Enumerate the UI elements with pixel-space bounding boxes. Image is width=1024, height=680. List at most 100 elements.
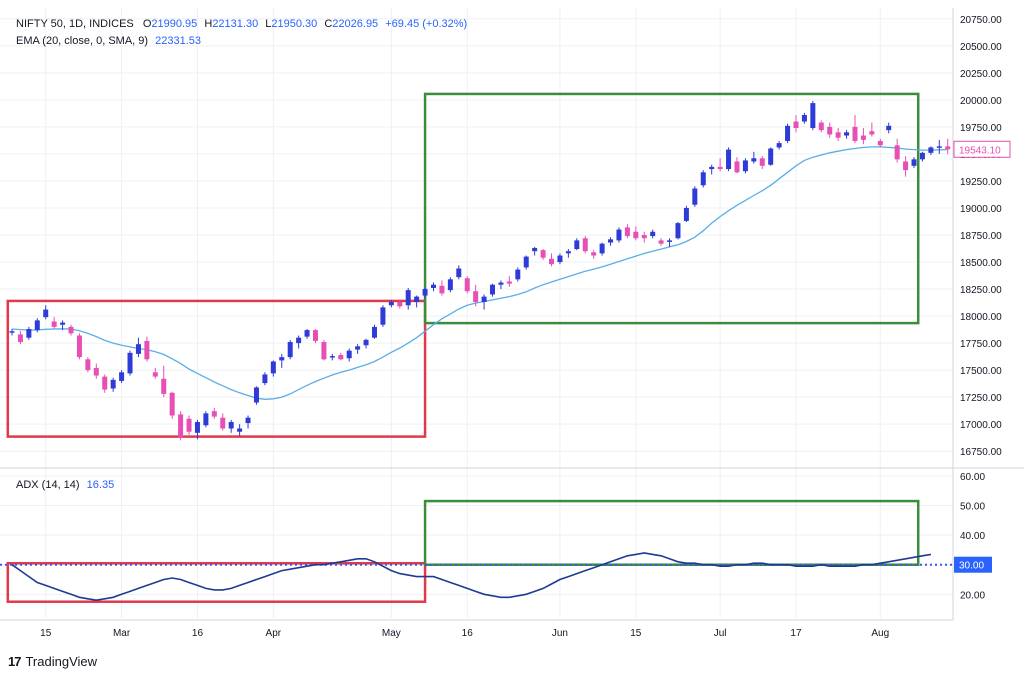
candle-body <box>380 307 386 325</box>
candle-body <box>844 132 850 136</box>
candle <box>51 317 57 330</box>
candle <box>776 140 782 150</box>
candle-body <box>397 302 403 307</box>
candle <box>498 280 504 290</box>
candle <box>801 112 807 124</box>
candle-body <box>43 309 49 318</box>
candle-body <box>835 132 841 138</box>
candle <box>312 329 318 344</box>
symbol-label: NIFTY 50, 1D, INDICES <box>16 18 134 30</box>
adx-value: 16.35 <box>87 479 115 491</box>
candle <box>700 170 706 188</box>
time-tick-label: 16 <box>192 628 204 639</box>
tradingview-logo-icon: 17 <box>8 654 22 669</box>
candle <box>506 276 512 287</box>
candle-body <box>270 361 276 374</box>
candle-body <box>262 374 268 384</box>
candle <box>464 276 470 294</box>
time-tick-label: Jun <box>552 628 568 639</box>
price-tick-label: 17000.00 <box>960 420 1002 431</box>
candle-body <box>119 372 125 381</box>
candle <box>810 100 816 131</box>
candle <box>936 139 942 154</box>
candle-body <box>928 147 934 153</box>
candle <box>355 344 361 354</box>
candle <box>608 237 614 246</box>
legend-adx[interactable]: ADX (14, 14) 16.35 <box>16 479 114 491</box>
time-axis[interactable]: 15 Mar 16 Apr May 16 Jun 15 Jul 17 Aug <box>40 628 889 639</box>
candle <box>641 231 647 243</box>
candle-body <box>869 131 875 135</box>
price-tick-label: 17500.00 <box>960 366 1002 377</box>
candle-body <box>903 161 909 171</box>
candle-body <box>751 158 757 162</box>
candle-body <box>692 188 698 205</box>
candle <box>127 350 133 376</box>
candle <box>43 305 49 320</box>
legend-ohlc[interactable]: NIFTY 50, 1D, INDICES O21990.95 H22131.3… <box>16 18 467 30</box>
low-value: 21950.30 <box>271 18 317 30</box>
candle-body <box>945 146 951 150</box>
candle-body <box>414 296 420 303</box>
chart-canvas[interactable]: 20750.00 20500.00 20250.00 20000.00 19750.00… <box>0 0 1024 680</box>
candle-body <box>919 152 925 160</box>
candle <box>945 138 951 154</box>
candle-body <box>759 158 765 166</box>
tradingview-branding[interactable]: 17 TradingView <box>8 654 97 669</box>
candle <box>717 158 723 172</box>
candle <box>110 377 116 392</box>
adx-value-tag: 30.00 <box>954 556 992 573</box>
candle-body <box>26 329 32 338</box>
time-tick-label: Mar <box>113 628 131 639</box>
candle <box>877 138 883 148</box>
candle <box>894 138 900 163</box>
candle-body <box>549 258 555 265</box>
candle-body <box>565 251 571 254</box>
adx-tick-label: 50.00 <box>960 502 985 513</box>
candle-body <box>346 350 352 359</box>
candle <box>93 363 99 379</box>
ema-line <box>11 146 948 400</box>
candle <box>144 336 150 362</box>
candle <box>565 249 571 258</box>
candle-body <box>490 284 496 295</box>
price-tick-label: 20500.00 <box>960 42 1002 53</box>
candle <box>220 413 226 431</box>
time-tick-label: 15 <box>630 628 642 639</box>
candle-body <box>894 145 900 160</box>
candle <box>186 415 192 435</box>
adx-tick-label: 40.00 <box>960 531 985 542</box>
adx-axis[interactable]: 60.0050.0040.0030.0020.0030.00 <box>954 472 992 601</box>
candle-body <box>388 302 394 306</box>
candle-body <box>473 291 479 303</box>
candle <box>599 242 605 256</box>
candle <box>397 300 403 309</box>
candle-body <box>793 121 799 128</box>
red-box-adx <box>6 561 427 603</box>
adx-tick-label: 20.00 <box>960 590 985 601</box>
price-axis[interactable]: 20750.00 20500.00 20250.00 20000.00 19750.00… <box>953 15 1011 458</box>
candle <box>346 348 352 362</box>
ema-value: 22331.53 <box>155 35 201 47</box>
candle <box>683 205 689 223</box>
candle-body <box>599 243 605 254</box>
adx-label: ADX (14, 14) <box>16 479 80 491</box>
candle <box>262 372 268 386</box>
candle-body <box>785 125 791 141</box>
candle-body <box>506 281 512 284</box>
candle-body <box>355 346 361 350</box>
annotations <box>6 92 920 603</box>
candle <box>481 294 487 310</box>
candle <box>9 329 15 336</box>
candle <box>380 305 386 327</box>
candle-body <box>321 342 327 360</box>
high-label: H <box>204 18 212 30</box>
candle <box>76 333 82 360</box>
last-price-tag: 19543.10 <box>953 140 1011 158</box>
candle <box>85 357 91 373</box>
time-tick-label: Apr <box>266 628 282 639</box>
candle-body <box>110 379 116 389</box>
time-tick-label: 15 <box>40 628 52 639</box>
legend-ema[interactable]: EMA (20, close, 0, SMA, 9) 22331.53 <box>16 35 201 47</box>
candle-body <box>709 166 715 170</box>
